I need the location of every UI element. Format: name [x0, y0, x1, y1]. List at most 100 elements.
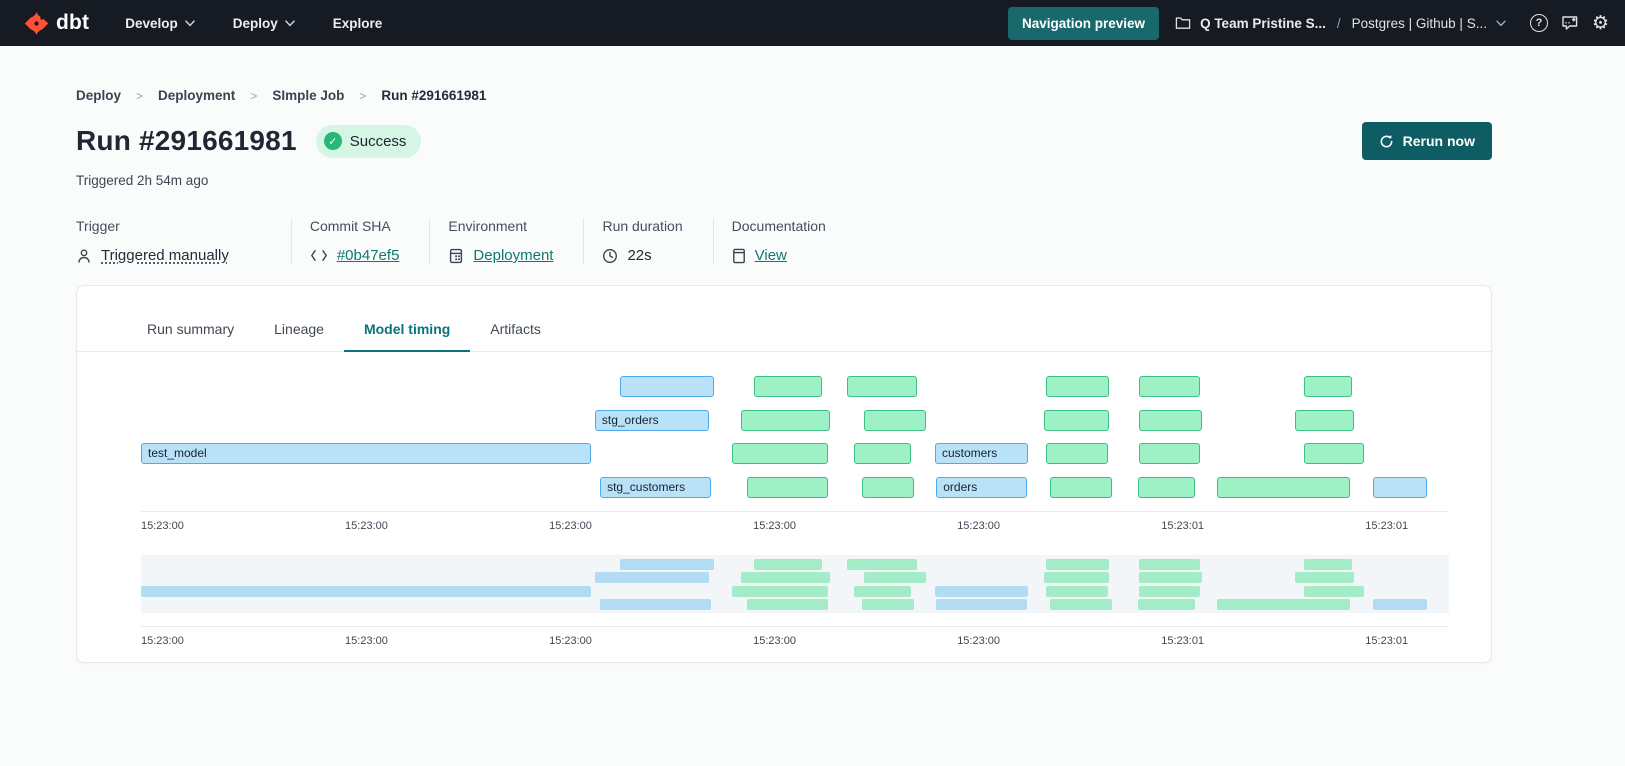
gantt-time-axis: 15:23:0015:23:0015:23:0015:23:0015:23:00… — [141, 511, 1449, 555]
project-name: Postgres | Github | S... — [1352, 16, 1487, 31]
gantt-row: stg_customers orders — [141, 477, 1449, 498]
overview-bar — [1304, 559, 1352, 570]
meta-run-duration: Run duration 22s — [583, 218, 712, 264]
overview-bar — [1138, 599, 1196, 610]
timing-bar[interactable] — [1139, 376, 1200, 397]
timing-bar[interactable] — [862, 477, 914, 498]
tab-model-timing[interactable]: Model timing — [344, 308, 470, 352]
meta-label: Trigger — [76, 218, 229, 234]
document-icon — [732, 248, 746, 264]
chevron-down-icon — [285, 20, 295, 27]
dbt-logo-text: dbt — [56, 11, 89, 35]
timing-bar[interactable] — [1304, 443, 1364, 464]
timing-bar[interactable] — [741, 410, 830, 431]
timing-bar[interactable] — [1046, 376, 1109, 397]
overview-brush-chart[interactable] — [141, 555, 1449, 614]
overview-bar — [936, 599, 1026, 610]
chevron-down-icon — [185, 20, 195, 27]
code-icon — [310, 249, 328, 262]
timing-bar[interactable] — [1304, 376, 1352, 397]
meta-label: Commit SHA — [310, 218, 400, 234]
clock-icon — [602, 248, 618, 264]
tab-lineage[interactable]: Lineage — [254, 308, 344, 351]
breadcrumb-deployment[interactable]: Deployment — [158, 88, 235, 103]
meta-label: Documentation — [732, 218, 826, 234]
feedback-icon[interactable] — [1561, 15, 1579, 31]
run-detail-card: Run summary Lineage Model timing Artifac… — [76, 285, 1492, 663]
breadcrumb-job[interactable]: SImple Job — [272, 88, 344, 103]
menu-explore[interactable]: Explore — [333, 16, 383, 31]
overview-bar — [1217, 599, 1349, 610]
timing-bar[interactable] — [1373, 477, 1427, 498]
overview-bar — [864, 572, 925, 583]
overview-bar — [1046, 559, 1109, 570]
timing-bar[interactable] — [1139, 410, 1202, 431]
meta-environment: Environment Deployment — [429, 218, 583, 264]
axis-tick-label: 15:23:00 — [345, 520, 388, 532]
status-label: Success — [350, 133, 407, 150]
menu-develop[interactable]: Develop — [125, 16, 195, 31]
help-icon[interactable]: ? — [1530, 14, 1548, 32]
folder-icon — [1175, 16, 1191, 30]
gantt-row: stg_orders — [141, 410, 1449, 431]
dbt-logo[interactable]: dbt — [24, 11, 89, 36]
gantt-chart: stg_orderstest_model customers stg_custome… — [141, 376, 1449, 498]
overview-bar — [1304, 586, 1364, 597]
run-tabs: Run summary Lineage Model timing Artifac… — [77, 308, 1491, 352]
triggered-time-text: Triggered 2h 54m ago — [76, 173, 1492, 188]
breadcrumb: Deploy > Deployment > SImple Job > Run #… — [76, 88, 1492, 103]
overview-row — [141, 559, 1449, 570]
timing-bar-customers[interactable]: customers — [935, 443, 1028, 464]
overview-bar — [620, 559, 714, 570]
gantt-row — [141, 376, 1449, 397]
overview-bar — [141, 586, 591, 597]
tab-artifacts[interactable]: Artifacts — [470, 308, 561, 351]
navigation-preview-button[interactable]: Navigation preview — [1008, 7, 1159, 40]
breadcrumb-deploy[interactable]: Deploy — [76, 88, 121, 103]
timing-bar[interactable] — [864, 410, 925, 431]
overview-bar — [600, 599, 711, 610]
timing-bar[interactable] — [1217, 477, 1349, 498]
overview-bar — [935, 586, 1028, 597]
overview-bar — [1046, 586, 1107, 597]
timing-bar[interactable] — [620, 376, 714, 397]
timing-bar[interactable] — [854, 443, 912, 464]
timing-bar[interactable] — [747, 477, 828, 498]
timing-bar-orders[interactable]: orders — [936, 477, 1026, 498]
tab-run-summary[interactable]: Run summary — [127, 308, 254, 351]
run-duration-value: 22s — [627, 247, 651, 264]
timing-bar-stg_customers[interactable]: stg_customers — [600, 477, 711, 498]
run-meta-row: Trigger Triggered manually Commit SHA #0… — [76, 218, 1492, 264]
overview-bar — [1050, 599, 1111, 610]
refresh-icon — [1379, 134, 1394, 149]
axis-tick-label: 15:23:01 — [1365, 520, 1408, 532]
timing-bar[interactable] — [754, 376, 822, 397]
overview-bar — [862, 599, 914, 610]
documentation-view-link[interactable]: View — [755, 247, 787, 264]
rerun-now-button[interactable]: Rerun now — [1362, 122, 1492, 160]
timing-bar-stg_orders[interactable]: stg_orders — [595, 410, 709, 431]
timing-bar[interactable] — [1046, 443, 1107, 464]
menu-deploy[interactable]: Deploy — [233, 16, 295, 31]
timing-bar[interactable] — [1050, 477, 1111, 498]
overview-bar — [1373, 599, 1427, 610]
status-badge: ✓ Success — [316, 125, 422, 158]
timing-bar[interactable] — [1139, 443, 1200, 464]
timing-bar[interactable] — [732, 443, 827, 464]
timing-bar[interactable] — [847, 376, 916, 397]
overview-bar — [1139, 586, 1200, 597]
account-project-switcher[interactable]: Q Team Pristine S... / Postgres | Github… — [1175, 16, 1506, 31]
overview-bar — [1139, 572, 1202, 583]
axis-tick-label: 15:23:00 — [957, 520, 1000, 532]
commit-sha-link[interactable]: #0b47ef5 — [337, 247, 400, 264]
timing-bar-test_model[interactable]: test_model — [141, 443, 591, 464]
timing-bar[interactable] — [1138, 477, 1196, 498]
environment-link[interactable]: Deployment — [473, 247, 553, 264]
axis-tick-label: 15:23:00 — [141, 635, 184, 647]
timing-bar[interactable] — [1295, 410, 1354, 431]
meta-trigger: Trigger Triggered manually — [76, 218, 291, 264]
breadcrumb-run: Run #291661981 — [381, 88, 486, 103]
settings-gear-icon[interactable]: ⚙ — [1592, 14, 1609, 33]
timing-bar[interactable] — [1044, 410, 1109, 431]
trigger-value[interactable]: Triggered manually — [101, 247, 229, 264]
